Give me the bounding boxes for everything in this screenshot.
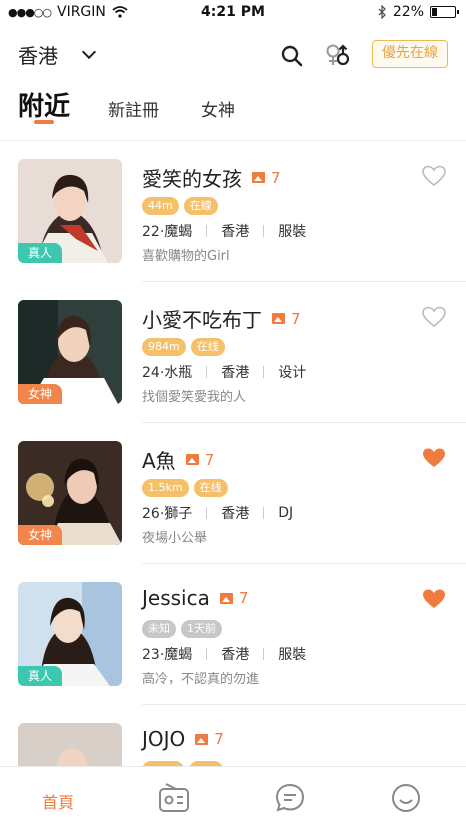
verified-real-badge: 真人 [18,666,63,686]
profile-bio: 喜歡購物的Girl [142,249,230,264]
last-seen-pill: 1天前 [181,620,222,638]
divider [263,225,265,237]
location: 香港 [221,365,250,381]
photo-count: 7 [185,450,215,469]
battery-fill [432,8,438,16]
active-tab-indicator [34,120,54,124]
image-icon [252,172,265,183]
profile-card[interactable]: JOJO 7 [0,705,466,766]
city-label: 香港 [18,44,58,68]
bluetooth-icon [378,5,386,19]
app-header: 香港 優先在線 [0,36,466,76]
verified-real-badge: 真人 [18,243,63,263]
profile-card[interactable]: 女神 A魚 7 1.5km 在线 26·獅子 香港 DJ 夜場小公舉 [0,423,466,564]
profile-name: 愛笑的女孩 [142,167,242,191]
divider [206,648,208,660]
profile-bio: 找個愛笑愛我的人 [142,390,247,405]
profile-bio: 高冷，不認真的勿進 [142,672,260,687]
priority-online-button[interactable]: 優先在線 [372,40,448,68]
photo-count-value: 7 [271,168,281,187]
tab-nearby[interactable]: 附近 [18,86,70,123]
tab-goddess[interactable]: 女神 [201,96,235,121]
profile-info: 26·獅子 香港 DJ [142,503,293,523]
status-bar: ●●●○○ VIRGIN 4:21 PM 22% [0,0,466,26]
city-selector[interactable]: 香港 [18,40,97,69]
avatar[interactable]: 真人 [18,582,122,686]
divider [206,225,208,237]
gender-filter-icon[interactable] [324,42,352,70]
goddess-badge: 女神 [18,525,63,545]
photo-count: 7 [195,730,224,748]
battery-percent: 22% [392,4,424,20]
heart-outline-icon[interactable] [422,165,446,187]
tab-bar: 附近 新註冊 女神 [0,86,466,134]
avatar[interactable]: 女神 [18,441,122,545]
profile-name: A魚 [142,449,176,473]
avatar[interactable]: 真人 [18,159,122,263]
avatar-photo [18,723,122,766]
radio-card-icon[interactable] [158,783,190,813]
profile-name: JOJO [142,727,186,751]
nav-home[interactable]: 首頁 [28,789,88,813]
profile-info: 23·魔蝎 香港 服裝 [142,644,306,664]
divider [206,366,208,378]
bottom-nav: 首頁 [0,766,466,828]
photo-count-value: 7 [238,589,249,607]
occupation: 设计 [278,365,307,381]
profile-card[interactable]: 女神 小愛不吃布丁 7 984m 在线 24·水瓶 香港 设计 找個愛笑愛我的人 [0,282,466,423]
age-sign: 26·獅子 [142,506,193,522]
chevron-down-icon [81,44,97,59]
photo-count-value: 7 [214,730,224,748]
image-icon [272,313,285,324]
distance-pill: 1.5km [142,479,189,497]
heart-filled-icon[interactable] [422,588,446,610]
distance-pill: 44m [142,197,179,215]
location: 香港 [221,506,250,522]
profile-info: 24·水瓶 香港 设计 [142,362,306,382]
image-icon [185,454,199,465]
distance-pill: 未知 [142,620,176,638]
divider [206,507,208,519]
location: 香港 [221,224,250,240]
heart-filled-icon[interactable] [422,447,446,469]
divider [263,648,265,660]
profile-card[interactable]: 真人 Jessica 7 未知 1天前 23·魔蝎 香港 服裝 高冷，不認真的勿… [0,564,466,705]
age-sign: 24·水瓶 [142,365,193,381]
profile-smile-icon[interactable] [390,782,422,814]
chat-icon[interactable] [274,782,306,814]
battery-icon [430,6,459,18]
divider [263,366,265,378]
search-icon[interactable] [280,44,304,68]
location: 香港 [221,647,250,663]
age-sign: 23·魔蝎 [142,647,193,663]
occupation: DJ [278,505,294,521]
profile-name: Jessica [142,586,210,610]
online-pill: 在线 [190,338,225,356]
tab-new-registered[interactable]: 新註冊 [108,96,159,121]
heart-outline-icon[interactable] [422,306,446,328]
profile-card[interactable]: 真人 愛笑的女孩 7 44m 在線 22·魔蝎 香港 服裝 喜歡購物的Girl [0,141,466,282]
divider [263,507,265,519]
image-icon [195,733,209,745]
distance-pill: 984m [142,338,186,356]
online-pill: 在线 [193,479,228,497]
image-icon [219,592,233,604]
photo-count: 7 [272,310,301,328]
photo-count-value: 7 [291,309,301,328]
photo-count-value: 7 [204,450,215,469]
profile-list[interactable]: 真人 愛笑的女孩 7 44m 在線 22·魔蝎 香港 服裝 喜歡購物的Girl [0,140,466,766]
occupation: 服裝 [278,647,307,663]
profile-bio: 夜場小公舉 [142,531,208,546]
avatar[interactable]: 女神 [18,300,122,404]
photo-count: 7 [219,589,249,607]
photo-count: 7 [252,169,281,187]
goddess-badge: 女神 [18,384,63,404]
age-sign: 22·魔蝎 [142,224,193,240]
occupation: 服裝 [278,224,307,240]
profile-info: 22·魔蝎 香港 服裝 [142,221,306,241]
online-pill: 在線 [183,197,218,215]
avatar[interactable] [18,723,122,766]
profile-name: 小愛不吃布丁 [142,308,262,332]
